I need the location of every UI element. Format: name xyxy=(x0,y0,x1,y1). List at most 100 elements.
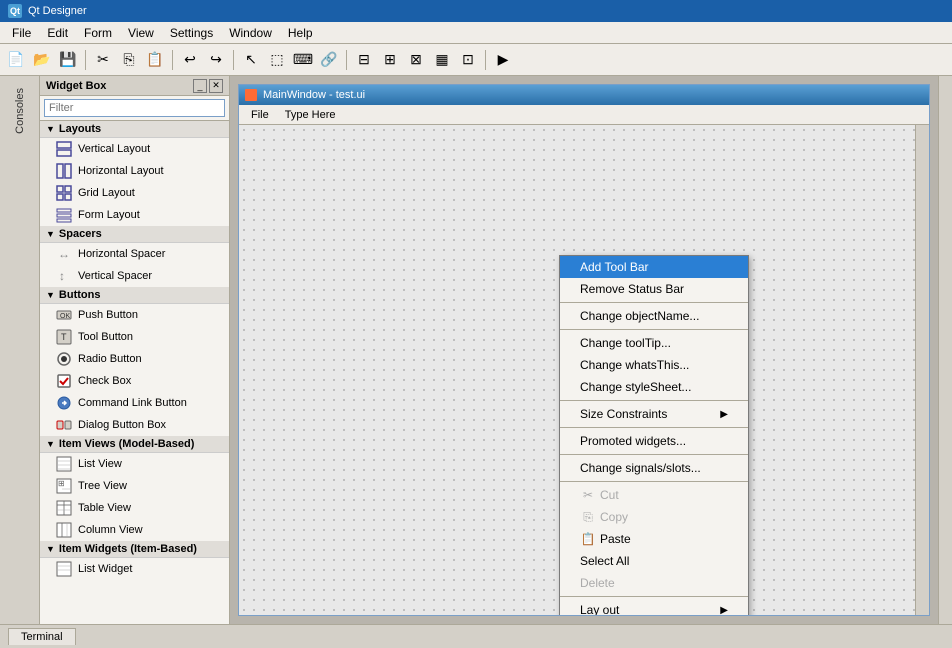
toolbar-layout-form[interactable]: ▦ xyxy=(430,48,454,72)
section-layouts-arrow: ▼ xyxy=(46,124,55,134)
widget-check-box-label: Check Box xyxy=(78,375,131,387)
widget-tree-view[interactable]: ⊞ Tree View xyxy=(40,475,229,497)
filter-input[interactable] xyxy=(44,99,225,117)
svg-text:⊞: ⊞ xyxy=(58,479,65,488)
toolbar-redo[interactable]: ↪ xyxy=(204,48,228,72)
form-layout-icon xyxy=(56,207,72,223)
vertical-layout-icon xyxy=(56,141,72,157)
section-buttons[interactable]: ▼ Buttons xyxy=(40,287,229,304)
toolbar-preview[interactable]: ▶ xyxy=(491,48,515,72)
toolbar-layout-break[interactable]: ⊡ xyxy=(456,48,480,72)
designer-menu-file[interactable]: File xyxy=(243,108,277,122)
designer-title-bar: MainWindow - test.ui xyxy=(239,85,929,105)
ctx-remove-status-bar[interactable]: Remove Status Bar xyxy=(560,278,748,300)
designer-canvas[interactable]: Add Tool Bar Remove Status Bar Change ob… xyxy=(239,125,915,615)
svg-text:OK: OK xyxy=(60,313,70,320)
widget-push-button[interactable]: OK Push Button xyxy=(40,304,229,326)
section-item-widgets[interactable]: ▼ Item Widgets (Item-Based) xyxy=(40,541,229,558)
list-view-icon xyxy=(56,456,72,472)
ctx-change-tooltip[interactable]: Change toolTip... xyxy=(560,332,748,354)
menu-file[interactable]: File xyxy=(4,24,39,42)
toolbar-layout-v[interactable]: ⊞ xyxy=(378,48,402,72)
menu-settings[interactable]: Settings xyxy=(162,24,221,42)
widget-horizontal-spacer[interactable]: ↔ Horizontal Spacer xyxy=(40,243,229,265)
widget-tree-view-label: Tree View xyxy=(78,480,127,492)
widget-box-float[interactable]: _ xyxy=(193,79,207,93)
ctx-sep1 xyxy=(560,302,748,303)
section-layouts[interactable]: ▼ Layouts xyxy=(40,121,229,138)
section-spacers[interactable]: ▼ Spacers xyxy=(40,226,229,243)
svg-text:T: T xyxy=(61,332,67,342)
svg-text:↔: ↔ xyxy=(58,247,70,261)
menu-view[interactable]: View xyxy=(120,24,162,42)
left-tab-consoles[interactable]: Consoles xyxy=(10,80,30,142)
toolbar-cut[interactable]: ✂ xyxy=(91,48,115,72)
ctx-sep6 xyxy=(560,481,748,482)
widget-column-view[interactable]: Column View xyxy=(40,519,229,541)
widget-list-widget-label: List Widget xyxy=(78,563,132,575)
widget-tool-button[interactable]: T Tool Button xyxy=(40,326,229,348)
designer-window: MainWindow - test.ui File Type Here Add … xyxy=(238,84,930,616)
widget-push-button-label: Push Button xyxy=(78,309,138,321)
widget-form-layout[interactable]: Form Layout xyxy=(40,204,229,226)
toolbar-paste[interactable]: 📋 xyxy=(143,48,167,72)
toolbar-layout-grid[interactable]: ⊠ xyxy=(404,48,428,72)
ctx-add-toolbar[interactable]: Add Tool Bar xyxy=(560,256,748,278)
toolbar-sep3 xyxy=(233,50,234,70)
toolbar-widget[interactable]: ⬚ xyxy=(265,48,289,72)
widget-form-layout-label: Form Layout xyxy=(78,209,140,221)
ctx-paste-left: 📋 Paste xyxy=(580,531,631,547)
toolbar-buddy[interactable]: 🔗 xyxy=(317,48,341,72)
menu-bar: File Edit Form View Settings Window Help xyxy=(0,22,952,44)
designer-scrollbar-v[interactable] xyxy=(915,125,929,615)
tool-button-icon: T xyxy=(56,329,72,345)
horizontal-layout-icon xyxy=(56,163,72,179)
widget-list-widget[interactable]: List Widget xyxy=(40,558,229,580)
ctx-change-signals-label: Change signals/slots... xyxy=(580,461,701,475)
toolbar-sep4 xyxy=(346,50,347,70)
ctx-change-objectname[interactable]: Change objectName... xyxy=(560,305,748,327)
widget-list-view[interactable]: List View xyxy=(40,453,229,475)
bottom-tab-terminal[interactable]: Terminal xyxy=(8,628,76,645)
toolbar-undo[interactable]: ↩ xyxy=(178,48,202,72)
menu-window[interactable]: Window xyxy=(221,24,280,42)
ctx-size-constraints[interactable]: Size Constraints ▶ xyxy=(560,403,748,425)
toolbar-tab[interactable]: ⌨ xyxy=(291,48,315,72)
toolbar-save[interactable]: 💾 xyxy=(56,48,80,72)
widget-radio-button[interactable]: Radio Button xyxy=(40,348,229,370)
widget-vertical-spacer[interactable]: ↕ Vertical Spacer xyxy=(40,265,229,287)
widget-box-close[interactable]: ✕ xyxy=(209,79,223,93)
designer-menu-type-here[interactable]: Type Here xyxy=(277,108,344,122)
toolbar-new[interactable]: 📄 xyxy=(4,48,28,72)
context-menu: Add Tool Bar Remove Status Bar Change ob… xyxy=(559,255,749,615)
widget-command-link-button[interactable]: Command Link Button xyxy=(40,392,229,414)
toolbar-copy[interactable]: ⎘ xyxy=(117,48,141,72)
widget-table-view[interactable]: Table View xyxy=(40,497,229,519)
section-item-views[interactable]: ▼ Item Views (Model-Based) xyxy=(40,436,229,453)
list-widget-icon xyxy=(56,561,72,577)
toolbar-pointer[interactable]: ↖ xyxy=(239,48,263,72)
ctx-change-tooltip-label: Change toolTip... xyxy=(580,336,671,350)
ctx-change-stylesheet[interactable]: Change styleSheet... xyxy=(560,376,748,398)
toolbar-layout-h[interactable]: ⊟ xyxy=(352,48,376,72)
menu-edit[interactable]: Edit xyxy=(39,24,76,42)
ctx-change-whatsthis[interactable]: Change whatsThis... xyxy=(560,354,748,376)
ctx-promoted-widgets[interactable]: Promoted widgets... xyxy=(560,430,748,452)
widget-horizontal-layout[interactable]: Horizontal Layout xyxy=(40,160,229,182)
widget-vertical-layout[interactable]: Vertical Layout xyxy=(40,138,229,160)
ctx-size-constraints-label: Size Constraints xyxy=(580,407,667,421)
left-panel: Consoles xyxy=(0,76,40,624)
widget-check-box[interactable]: Check Box xyxy=(40,370,229,392)
menu-form[interactable]: Form xyxy=(76,24,120,42)
ctx-change-signals[interactable]: Change signals/slots... xyxy=(560,457,748,479)
toolbar-open[interactable]: 📂 xyxy=(30,48,54,72)
ctx-lay-out[interactable]: Lay out ▶ xyxy=(560,599,748,615)
ctx-add-toolbar-label: Add Tool Bar xyxy=(580,260,649,274)
ctx-sep5 xyxy=(560,454,748,455)
ctx-select-all[interactable]: Select All xyxy=(560,550,748,572)
widget-grid-layout[interactable]: Grid Layout xyxy=(40,182,229,204)
ctx-paste[interactable]: 📋 Paste xyxy=(560,528,748,550)
table-view-icon xyxy=(56,500,72,516)
menu-help[interactable]: Help xyxy=(280,24,321,42)
widget-dialog-button-box[interactable]: Dialog Button Box xyxy=(40,414,229,436)
